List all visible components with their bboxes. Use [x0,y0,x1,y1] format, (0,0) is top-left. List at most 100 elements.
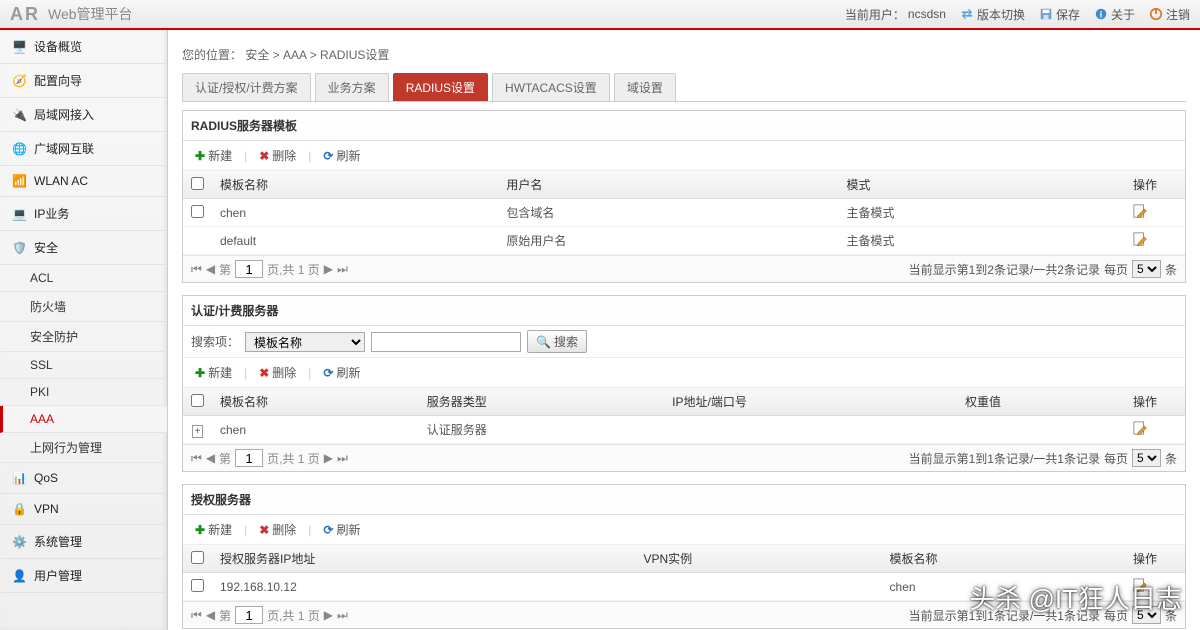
sidebar-item-users[interactable]: 👤用户管理 [0,559,167,593]
refresh-button[interactable]: ⟳刷新 [319,362,364,383]
sidebar-item-vpn[interactable]: 🔒VPN [0,494,167,525]
last-page-icon[interactable]: ⏭ [337,608,348,623]
toolbar: ✚新建 | ✖删除 | ⟳刷新 [183,141,1185,171]
prev-page-icon[interactable]: ◀ [206,262,215,276]
plus-icon: ✚ [195,366,205,380]
edit-button[interactable] [1133,207,1147,221]
breadcrumb: 您的位置： 安全 > AAA > RADIUS设置 [182,40,1186,73]
sidebar-sub-firewall[interactable]: 防火墙 [0,292,167,322]
sidebar-sub-protect[interactable]: 安全防护 [0,322,167,352]
sidebar-item-ip[interactable]: 💻IP业务 [0,197,167,231]
edit-button[interactable] [1133,235,1147,249]
refresh-button[interactable]: ⟳刷新 [319,519,364,540]
search-field-select[interactable]: 模板名称 [245,332,365,352]
toolbar: ✚新建 | ✖删除 | ⟳刷新 [183,358,1185,388]
ip-icon: 💻 [12,207,26,221]
sidebar-item-device[interactable]: 🖥️设备概览 [0,30,167,64]
sidebar-sub-ssl[interactable]: SSL [0,352,167,379]
x-icon: ✖ [259,366,269,380]
sidebar-item-wizard[interactable]: 🧭配置向导 [0,64,167,98]
table-radius-template: 模板名称 用户名 模式 操作 chen 包含域名 主备模式 default 原始… [183,171,1185,255]
sidebar: 🖥️设备概览 🧭配置向导 🔌局域网接入 🌐广域网互联 📶WLAN AC 💻IP业… [0,30,168,630]
page-size-select[interactable]: 5 [1132,260,1161,278]
sidebar-item-security[interactable]: 🛡️安全 [0,231,167,265]
last-page-icon[interactable]: ⏭ [337,451,348,466]
sidebar-item-system[interactable]: ⚙️系统管理 [0,525,167,559]
sidebar-item-wan[interactable]: 🌐广域网互联 [0,132,167,166]
expand-icon[interactable]: + [192,425,204,438]
panel-title: 授权服务器 [183,485,1185,515]
col-username: 用户名 [498,171,838,199]
search-input[interactable] [371,332,521,352]
panel-radius-template: RADIUS服务器模板 ✚新建 | ✖删除 | ⟳刷新 模板名称 用户名 模式 … [182,110,1186,283]
tab-hwtacacs[interactable]: HWTACACS设置 [492,73,610,101]
table-row: chen 包含域名 主备模式 [183,199,1185,227]
svg-text:i: i [1100,10,1102,20]
last-page-icon[interactable]: ⏭ [337,262,348,277]
qos-icon: 📊 [12,471,26,485]
prev-page-icon[interactable]: ◀ [206,608,215,622]
sidebar-sub-acl[interactable]: ACL [0,265,167,292]
refresh-icon: ⟳ [323,149,333,163]
logo: AR [10,4,40,25]
first-page-icon[interactable]: ⏮ [191,608,202,623]
page-input[interactable] [235,260,263,278]
tab-radius[interactable]: RADIUS设置 [393,73,488,101]
sidebar-item-wlan[interactable]: 📶WLAN AC [0,166,167,197]
add-button[interactable]: ✚新建 [191,362,236,383]
tabs: 认证/授权/计费方案 业务方案 RADIUS设置 HWTACACS设置 域设置 [182,73,1186,102]
delete-button[interactable]: ✖删除 [255,362,300,383]
sidebar-sub-behavior[interactable]: 上网行为管理 [0,433,167,463]
refresh-button[interactable]: ⟳刷新 [319,145,364,166]
edit-button[interactable] [1133,424,1147,438]
watermark: 头杀 @IT狂人日志 [969,579,1182,616]
refresh-icon: ⟳ [323,523,333,537]
product-name: Web管理平台 [48,4,133,24]
row-checkbox[interactable] [191,205,204,218]
sidebar-sub-aaa[interactable]: AAA [0,406,167,433]
sidebar-item-qos[interactable]: 📊QoS [0,463,167,494]
delete-button[interactable]: ✖删除 [255,519,300,540]
page-input[interactable] [235,449,263,467]
add-button[interactable]: ✚新建 [191,145,236,166]
about-link[interactable]: i关于 [1094,6,1135,23]
main: 您的位置： 安全 > AAA > RADIUS设置 认证/授权/计费方案 业务方… [168,30,1200,630]
save-link[interactable]: 保存 [1039,6,1080,23]
logout-link[interactable]: 注销 [1149,6,1190,23]
prev-page-icon[interactable]: ◀ [206,451,215,465]
next-page-icon[interactable]: ▶ [324,608,333,622]
logout-icon [1149,7,1163,21]
row-checkbox[interactable] [191,579,204,592]
table-row: default 原始用户名 主备模式 [183,227,1185,255]
gear-icon: ⚙️ [12,535,26,549]
page-input[interactable] [235,606,263,624]
tab-service-scheme[interactable]: 业务方案 [315,73,389,101]
sidebar-item-lan[interactable]: 🔌局域网接入 [0,98,167,132]
select-all-checkbox[interactable] [191,177,204,190]
wan-icon: 🌐 [12,142,26,156]
search-button[interactable]: 🔍搜索 [527,330,587,353]
page-size-select[interactable]: 5 [1132,449,1161,467]
delete-button[interactable]: ✖删除 [255,145,300,166]
table-row: + chen 认证服务器 [183,416,1185,444]
select-all-checkbox[interactable] [191,394,204,407]
next-page-icon[interactable]: ▶ [324,262,333,276]
panel-auth-server: 认证/计费服务器 搜索项： 模板名称 🔍搜索 ✚新建 | ✖删除 | ⟳刷新 模… [182,295,1186,472]
version-switch-link[interactable]: 版本切换 [960,6,1025,23]
tab-auth-scheme[interactable]: 认证/授权/计费方案 [182,73,311,101]
tab-domain[interactable]: 域设置 [614,73,676,101]
device-icon: 🖥️ [12,40,26,54]
select-all-checkbox[interactable] [191,551,204,564]
vpn-icon: 🔒 [12,502,26,516]
pager: ⏮ ◀ 第 页,共 1 页 ▶ ⏭ 当前显示第1到2条记录/一共2条记录 每页 … [183,255,1185,282]
wizard-icon: 🧭 [12,74,26,88]
add-button[interactable]: ✚新建 [191,519,236,540]
first-page-icon[interactable]: ⏮ [191,451,202,466]
col-mode: 模式 [839,171,1125,199]
plus-icon: ✚ [195,149,205,163]
header: AR Web管理平台 当前用户：ncsdsn 版本切换 保存 i关于 注销 [0,0,1200,30]
sidebar-sub-pki[interactable]: PKI [0,379,167,406]
first-page-icon[interactable]: ⏮ [191,262,202,277]
next-page-icon[interactable]: ▶ [324,451,333,465]
header-actions: 当前用户：ncsdsn 版本切换 保存 i关于 注销 [845,6,1190,23]
